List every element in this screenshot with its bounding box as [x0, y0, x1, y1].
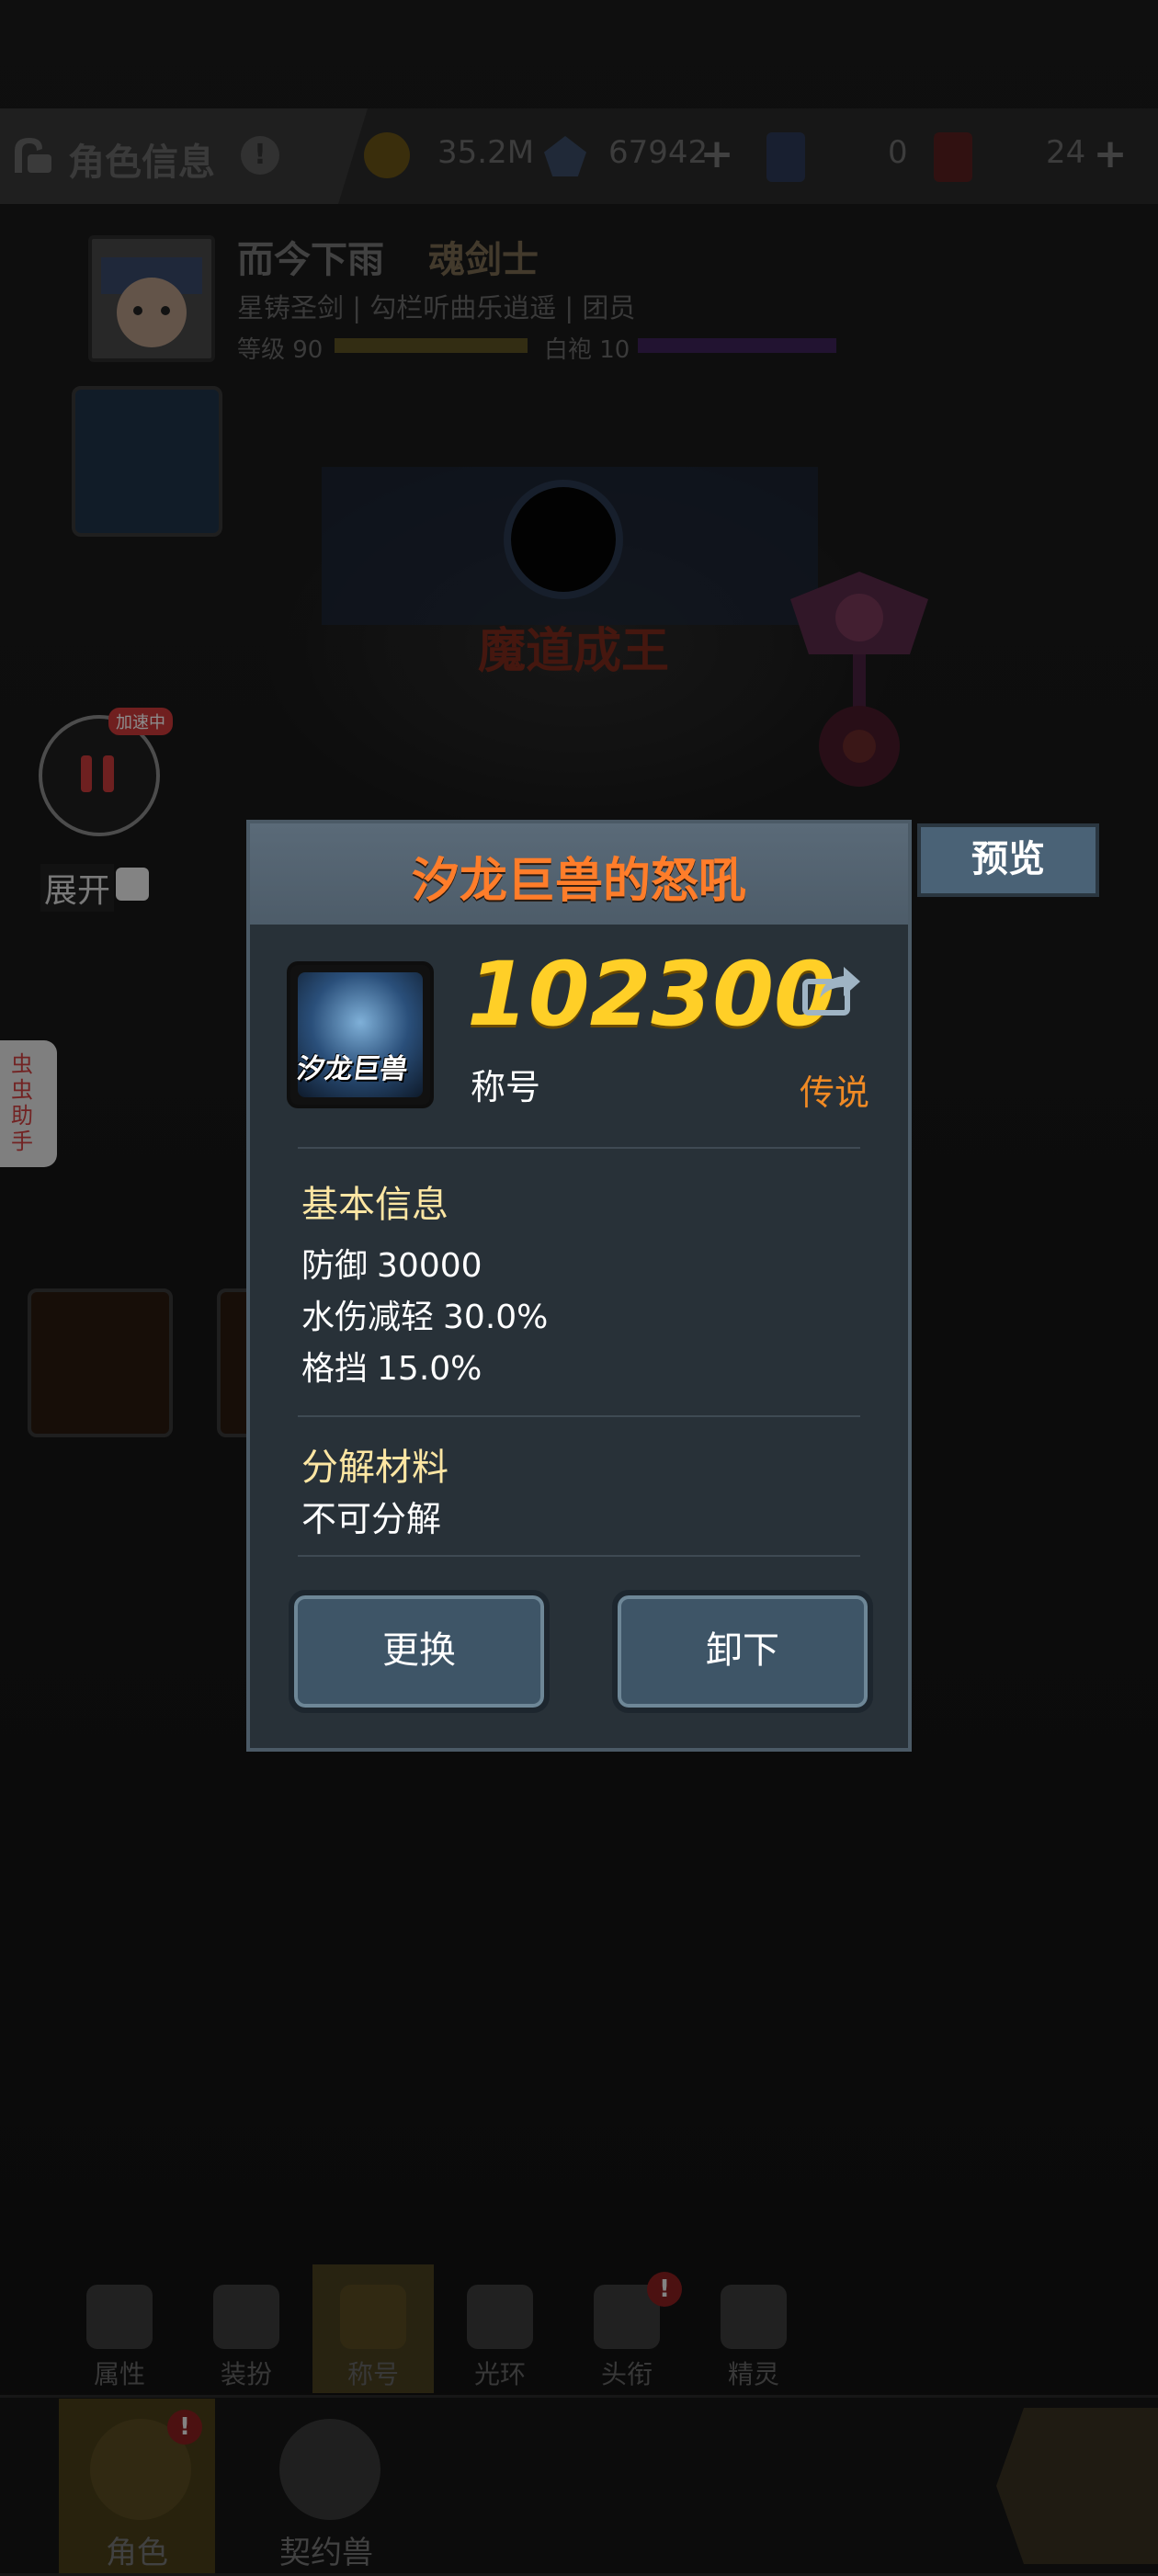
share-icon[interactable] — [801, 961, 862, 1016]
title-detail-dialog: 汐龙巨兽的怒吼 汐龙巨兽 102300 称号 传说 基本信息 防御 30000 水… — [246, 820, 912, 1752]
rarity-label: 传说 — [800, 1072, 870, 1113]
stat-water-reduction: 水伤减轻 30.0% — [301, 1290, 548, 1338]
decompose-title: 分解材料 — [301, 1447, 448, 1489]
title-icon-frame: 汐龙巨兽 — [287, 961, 434, 1108]
dialog-title: 汐龙巨兽的怒吼 — [411, 854, 746, 909]
preview-label: 预览 — [971, 838, 1045, 880]
preview-button[interactable]: 预览 — [917, 823, 1099, 897]
divider — [298, 1147, 860, 1149]
stat-value: 30.0% — [443, 1299, 549, 1336]
stat-value: 15.0% — [377, 1350, 482, 1388]
divider — [298, 1415, 860, 1417]
stat-value: 30000 — [377, 1247, 482, 1285]
power-score: 102300 — [467, 943, 835, 1046]
basic-info-title: 基本信息 — [301, 1184, 448, 1226]
stat-block: 格挡 15.0% — [301, 1342, 482, 1390]
stat-defense: 防御 30000 — [301, 1239, 482, 1287]
decompose-value: 不可分解 — [301, 1499, 442, 1539]
stat-name: 水伤减轻 — [301, 1299, 435, 1336]
unequip-button[interactable]: 卸下 — [612, 1590, 873, 1713]
item-type: 称号 — [471, 1067, 541, 1107]
dialog-header: 汐龙巨兽的怒吼 — [250, 823, 908, 925]
divider — [298, 1555, 860, 1557]
replace-button[interactable]: 更换 — [289, 1590, 550, 1713]
stat-name: 防御 — [301, 1247, 369, 1285]
title-icon-text: 汐龙巨兽 — [295, 1053, 410, 1085]
stat-name: 格挡 — [301, 1350, 369, 1388]
